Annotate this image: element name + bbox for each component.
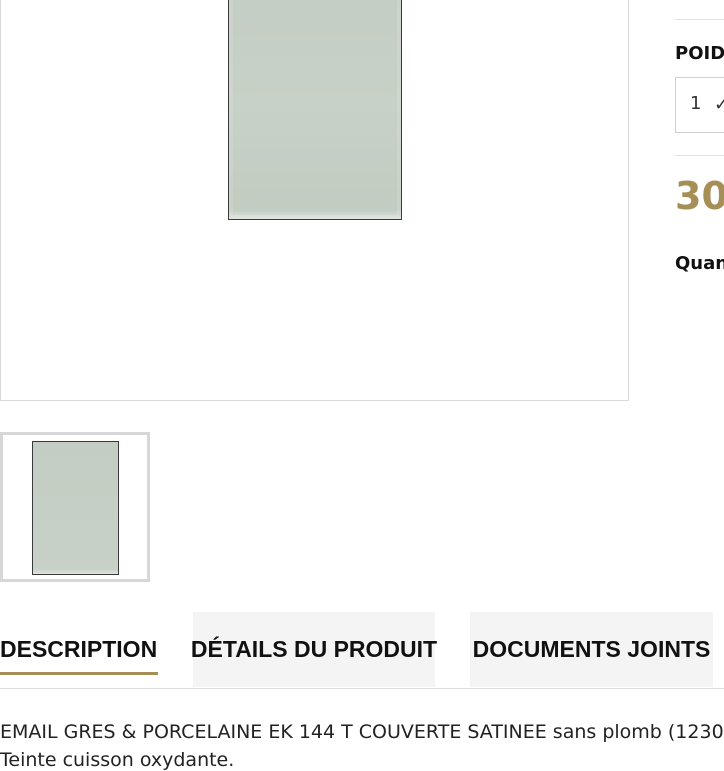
weight-select[interactable]: 1 ✓ <box>675 77 724 133</box>
glaze-tile-image <box>228 0 402 220</box>
description-line: EMAIL GRES & PORCELAINE EK 144 T COUVERT… <box>0 721 724 743</box>
tab-description[interactable]: DESCRIPTION <box>0 612 158 687</box>
product-main-image[interactable] <box>0 0 629 401</box>
chevron-down-icon: ✓ <box>714 94 724 115</box>
product-tabs: DESCRIPTION DÉTAILS DU PRODUIT DOCUMENTS… <box>0 612 724 688</box>
glaze-tile-thumbnail-image <box>32 441 119 575</box>
divider <box>675 19 724 20</box>
tab-attached-documents[interactable]: DOCUMENTS JOINTS <box>470 612 713 687</box>
description-text: EMAIL GRES & PORCELAINE EK 144 T COUVERT… <box>0 718 724 771</box>
product-thumbnail[interactable] <box>0 432 150 582</box>
weight-label: POIDS <box>675 43 724 64</box>
quantity-label: Quan <box>675 253 724 274</box>
tab-product-details[interactable]: DÉTAILS DU PRODUIT <box>191 612 437 687</box>
page: POIDS 1 ✓ 30, Quan DESCRIPTION DÉTAILS D… <box>0 0 724 771</box>
product-price: 30, <box>675 174 724 218</box>
weight-select-value: 1 <box>690 93 702 114</box>
tabs-divider <box>0 688 724 689</box>
description-line: Teinte cuisson oxydante. <box>0 749 235 771</box>
divider <box>675 155 724 156</box>
